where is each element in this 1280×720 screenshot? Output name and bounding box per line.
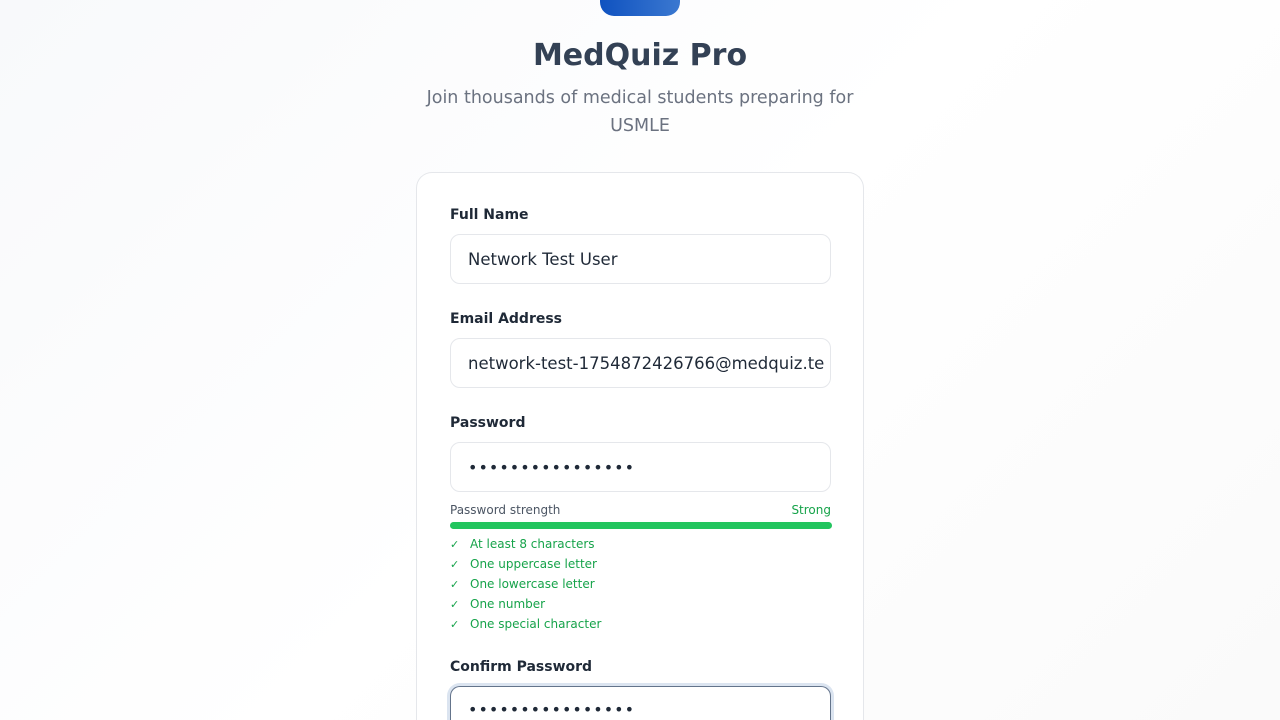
app-logo — [600, 0, 680, 16]
check-icon: ✓ — [450, 597, 460, 611]
password-strength-fill — [450, 522, 832, 529]
password-requirement: ✓ One number — [450, 597, 545, 611]
check-icon: ✓ — [450, 537, 460, 551]
password-input[interactable]: •••••••••••••••• — [450, 442, 831, 492]
confirm-password-label: Confirm Password — [450, 659, 593, 675]
password-requirement: ✓ At least 8 characters — [450, 537, 595, 551]
password-requirement: ✓ One special character — [450, 617, 601, 631]
page-title: MedQuiz Pro — [532, 38, 748, 73]
full-name-input[interactable]: Network Test User — [450, 234, 831, 284]
requirement-text: One special character — [470, 617, 602, 631]
check-icon: ✓ — [450, 557, 460, 571]
password-label: Password — [450, 415, 526, 431]
password-strength-value: Strong — [791, 503, 831, 517]
page-subtitle: Join thousands of medical students prepa… — [426, 88, 854, 136]
password-strength-label: Password strength — [450, 503, 561, 517]
requirement-text: One uppercase letter — [470, 557, 597, 571]
check-icon: ✓ — [450, 577, 460, 591]
confirm-password-input[interactable]: •••••••••••••••• — [450, 686, 831, 720]
check-icon: ✓ — [450, 617, 460, 631]
requirement-text: At least 8 characters — [470, 537, 595, 551]
email-label: Email Address — [450, 311, 563, 327]
signup-card: Full Name Network Test User Email Addres… — [416, 172, 864, 720]
requirement-text: One lowercase letter — [470, 577, 595, 591]
password-requirement: ✓ One uppercase letter — [450, 557, 597, 571]
password-strength-bar — [450, 522, 832, 529]
requirement-text: One number — [470, 597, 546, 611]
password-requirement: ✓ One lowercase letter — [450, 577, 595, 591]
full-name-label: Full Name — [450, 207, 529, 223]
email-input[interactable]: network-test-1754872426766@medquiz.te — [450, 338, 831, 388]
